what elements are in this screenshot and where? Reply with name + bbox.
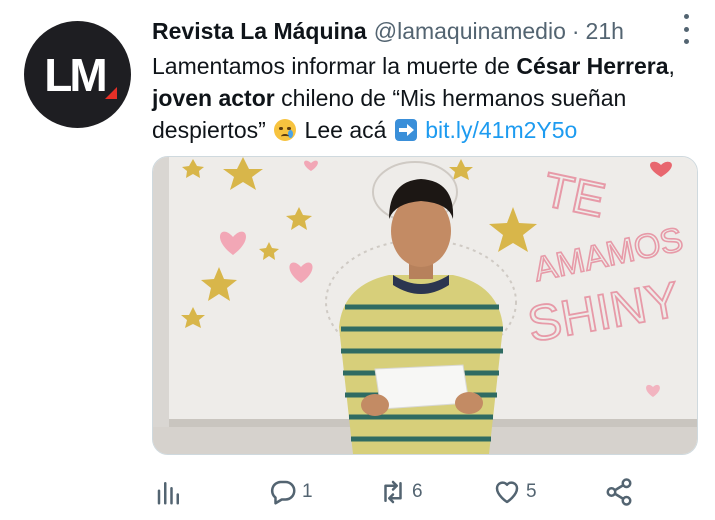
tweet-text: Lamentamos informar la muerte de César H… (152, 50, 702, 146)
reply-bubble-icon (270, 480, 296, 505)
more-options-icon[interactable] (681, 14, 691, 44)
boy-sweater (339, 275, 503, 454)
retweet-icon (384, 480, 402, 504)
crying-face-icon (274, 119, 297, 141)
text-part: , (668, 53, 675, 79)
avatar-logo-text: LM (44, 48, 107, 101)
timestamp[interactable]: 21h (586, 18, 624, 45)
user-handle[interactable]: @lamaquinamedio (374, 18, 566, 45)
heart-icon (495, 481, 519, 504)
text-part: Lamentamos informar la muerte de (152, 53, 517, 79)
like-count: 5 (526, 481, 537, 502)
text-bold-role: joven actor (152, 85, 275, 111)
retweet-button[interactable]: 6 (378, 470, 423, 514)
text-bold-name: César Herrera (516, 53, 669, 79)
like-button[interactable]: 5 (492, 470, 537, 514)
text-part: Lee acá (298, 117, 393, 143)
retweet-count: 6 (412, 481, 423, 502)
tweet-actions: 1 6 5 (152, 470, 696, 514)
reply-button[interactable]: 1 (268, 470, 313, 514)
avatar-red-mark (105, 87, 117, 99)
reply-count: 1 (302, 481, 313, 502)
display-name[interactable]: Revista La Máquina (152, 18, 367, 45)
tweet-header: Revista La Máquina @lamaquinamedio · 21h (152, 14, 695, 48)
paper-sheet (374, 364, 470, 410)
photo-illustration: TE AMAMOS SHINY (153, 157, 697, 454)
tweet-link[interactable]: bit.ly/41m2Y5o (425, 117, 577, 143)
right-arrow-icon (394, 119, 417, 141)
header-separator: · (571, 17, 580, 44)
share-button[interactable] (604, 470, 634, 514)
bar-chart-icon (157, 482, 179, 505)
share-icon (606, 478, 632, 506)
avatar[interactable]: LM (24, 21, 131, 128)
tweet-media-photo[interactable]: TE AMAMOS SHINY (152, 156, 698, 455)
analytics-button[interactable] (154, 470, 184, 514)
